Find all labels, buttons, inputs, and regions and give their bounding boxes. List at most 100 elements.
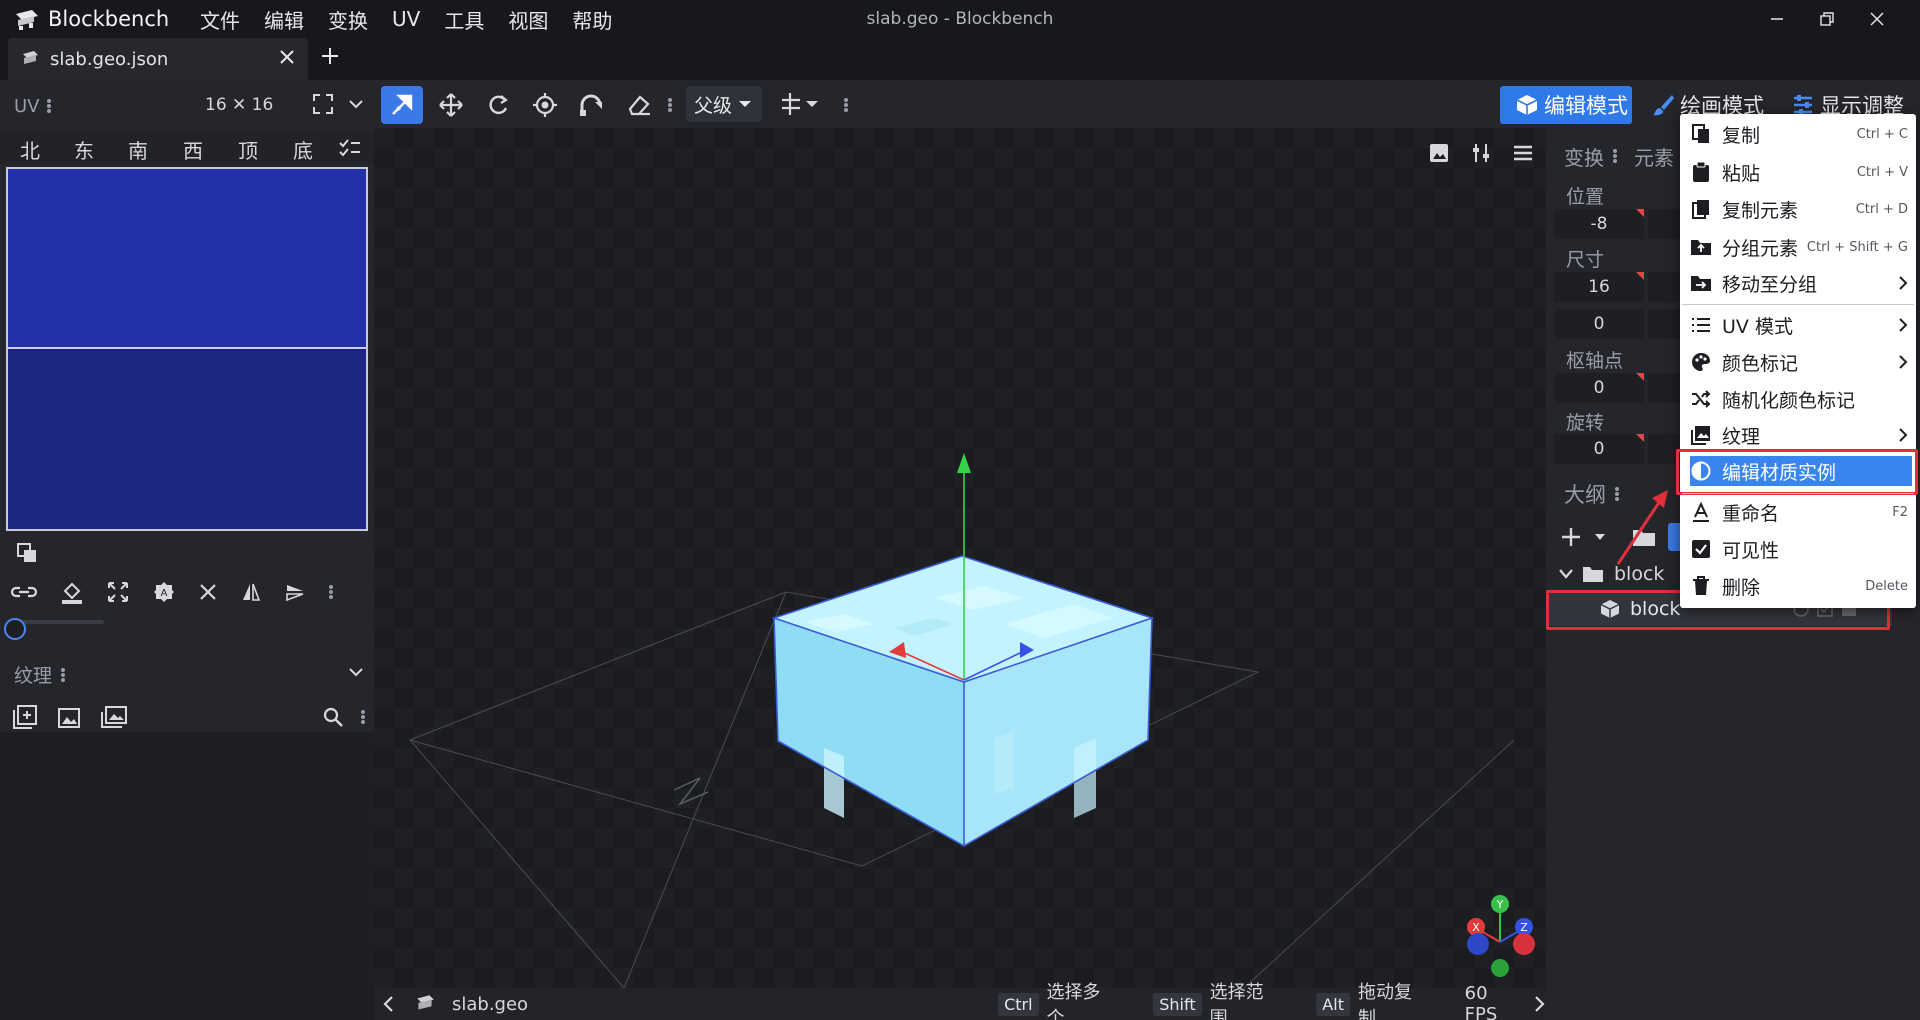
menu-item-randomize-color[interactable]: 随机化颜色标记 xyxy=(1690,384,1912,414)
menu-item-uv-mode[interactable]: UV 模式 xyxy=(1690,310,1912,340)
menu-item-copy[interactable]: 复制 Ctrl + C xyxy=(1690,119,1912,149)
close-tab-icon[interactable] xyxy=(278,48,296,66)
uv-offset-input[interactable] xyxy=(1648,309,1680,339)
menu-uv[interactable]: UV xyxy=(392,7,420,31)
auto-uv-icon[interactable]: A xyxy=(152,580,176,604)
pivot-y-input[interactable] xyxy=(1648,373,1680,403)
close-window-icon[interactable] xyxy=(1852,11,1902,27)
tab-element[interactable]: 元素 xyxy=(1634,142,1674,171)
submenu-arrow-icon xyxy=(1898,354,1908,370)
chevron-left-icon[interactable] xyxy=(382,995,396,1013)
menu-tools[interactable]: 工具 xyxy=(444,5,484,34)
import-texture-icon[interactable] xyxy=(12,704,38,730)
menu-item-paste[interactable]: 粘贴 Ctrl + V xyxy=(1690,157,1912,187)
rename-icon xyxy=(1690,502,1712,522)
inflate-input[interactable]: 0 xyxy=(1554,309,1644,339)
eraser-icon[interactable] xyxy=(618,86,660,124)
mirror-x-icon[interactable] xyxy=(240,581,262,603)
fullscreen-icon[interactable] xyxy=(312,93,334,115)
tab-slab-geo[interactable]: slab.geo.json xyxy=(8,38,308,80)
menu-icon[interactable] xyxy=(1512,142,1534,164)
texture-gallery-icon[interactable] xyxy=(100,704,128,730)
orientation-gizmo[interactable]: Y X Z xyxy=(1462,894,1542,980)
pivot-x-input[interactable]: 0 xyxy=(1554,373,1644,403)
face-tab-up[interactable]: 顶 xyxy=(238,135,258,164)
face-tab-north[interactable]: 北 xyxy=(20,135,40,164)
more-options-icon[interactable] xyxy=(360,708,366,726)
mirror-y-icon[interactable] xyxy=(284,581,306,603)
face-tab-down[interactable]: 底 xyxy=(293,135,313,164)
rotate-icon[interactable] xyxy=(477,86,519,124)
menu-item-texture[interactable]: 纹理 xyxy=(1690,420,1912,450)
face-tab-south[interactable]: 南 xyxy=(128,135,148,164)
transform-space-select[interactable]: 父级 xyxy=(686,86,762,122)
chevron-right-icon[interactable] xyxy=(1532,995,1546,1013)
more-options-icon[interactable] xyxy=(46,97,52,115)
edit-mode-button[interactable]: 编辑模式 xyxy=(1500,86,1632,124)
minimize-icon[interactable] xyxy=(1752,11,1802,27)
face-tab-east[interactable]: 东 xyxy=(74,135,94,164)
vertex-snap-icon[interactable] xyxy=(571,86,613,124)
fill-bucket-icon[interactable] xyxy=(60,579,84,605)
size-y-input[interactable] xyxy=(1648,272,1680,302)
chevron-down-icon[interactable] xyxy=(348,96,364,112)
menu-item-move-to-group[interactable]: 移动至分组 xyxy=(1690,268,1912,298)
dropdown-arrow-icon[interactable] xyxy=(1594,532,1606,542)
more-options-icon[interactable] xyxy=(328,583,334,601)
create-texture-icon[interactable] xyxy=(56,704,82,730)
menu-item-group[interactable]: 分组元素 Ctrl + Shift + G xyxy=(1690,232,1912,262)
menu-item-color-marker[interactable]: 颜色标记 xyxy=(1690,347,1912,377)
3d-viewport[interactable] xyxy=(374,128,1546,988)
clear-uv-icon[interactable] xyxy=(198,582,218,602)
restore-icon[interactable] xyxy=(1802,11,1852,27)
size-x-input[interactable]: 16 xyxy=(1554,272,1644,302)
menu-item-rename[interactable]: 重命名 F2 xyxy=(1690,497,1912,527)
app-name: Blockbench xyxy=(48,7,170,31)
add-icon[interactable] xyxy=(1560,526,1582,548)
status-bar: slab.geo Ctrl 选择多个 Shift 选择范围 Alt 拖动复制 6… xyxy=(374,982,1546,1020)
menu-view[interactable]: 视图 xyxy=(508,5,548,34)
more-options-icon[interactable] xyxy=(60,666,66,684)
uv-face-region-top[interactable] xyxy=(8,169,366,349)
face-tab-west[interactable]: 西 xyxy=(183,135,203,164)
move-tool-button[interactable] xyxy=(381,86,423,124)
tab-transform[interactable]: 变换 xyxy=(1564,142,1604,171)
screenshot-icon[interactable] xyxy=(1428,142,1450,164)
uv-editor-canvas[interactable] xyxy=(6,167,368,531)
chevron-down-icon[interactable] xyxy=(1558,567,1574,581)
new-tab-icon[interactable] xyxy=(318,44,342,68)
maximize-uv-icon[interactable] xyxy=(106,580,130,604)
search-icon[interactable] xyxy=(322,706,344,728)
brush-icon xyxy=(1652,93,1674,117)
uv-zoom-slider-track[interactable] xyxy=(14,620,104,624)
uv-face-region-bottom[interactable] xyxy=(8,351,366,529)
position-y-input[interactable] xyxy=(1648,209,1680,239)
pivot-label: 枢轴点 xyxy=(1566,350,1624,372)
menu-file[interactable]: 文件 xyxy=(200,5,240,34)
view-settings-icon[interactable] xyxy=(1470,142,1492,164)
position-x-input[interactable]: -8 xyxy=(1554,209,1644,239)
more-options-icon[interactable] xyxy=(667,96,673,114)
snap-grid-icon[interactable] xyxy=(780,90,820,118)
menu-item-delete[interactable]: 删除 Delete xyxy=(1690,571,1912,601)
slab-cube[interactable] xyxy=(771,555,1155,847)
menu-edit[interactable]: 编辑 xyxy=(264,5,304,34)
more-options-icon[interactable] xyxy=(843,96,849,114)
checkbox-icon xyxy=(1690,539,1712,559)
link-icon[interactable] xyxy=(10,580,38,604)
pivot-icon[interactable] xyxy=(524,86,566,124)
pivot-x-value: 0 xyxy=(1593,378,1605,398)
translate-icon[interactable] xyxy=(430,86,472,124)
menu-item-visibility[interactable]: 可见性 xyxy=(1690,534,1912,564)
menu-help[interactable]: 帮助 xyxy=(572,5,612,34)
menu-transform[interactable]: 变换 xyxy=(328,5,368,34)
checklist-icon[interactable] xyxy=(338,138,362,158)
more-options-icon[interactable] xyxy=(1612,147,1618,165)
properties-tabs: 变换 元素 xyxy=(1564,142,1674,170)
rotation-x-input[interactable]: 0 xyxy=(1554,434,1644,464)
collapse-chevron-icon[interactable] xyxy=(348,664,364,680)
menu-item-duplicate[interactable]: 复制元素 Ctrl + D xyxy=(1690,194,1912,224)
uv-zoom-slider-handle[interactable] xyxy=(4,618,26,640)
dropdown-arrow-icon xyxy=(738,99,752,109)
copy-uv-icon[interactable] xyxy=(16,542,38,564)
